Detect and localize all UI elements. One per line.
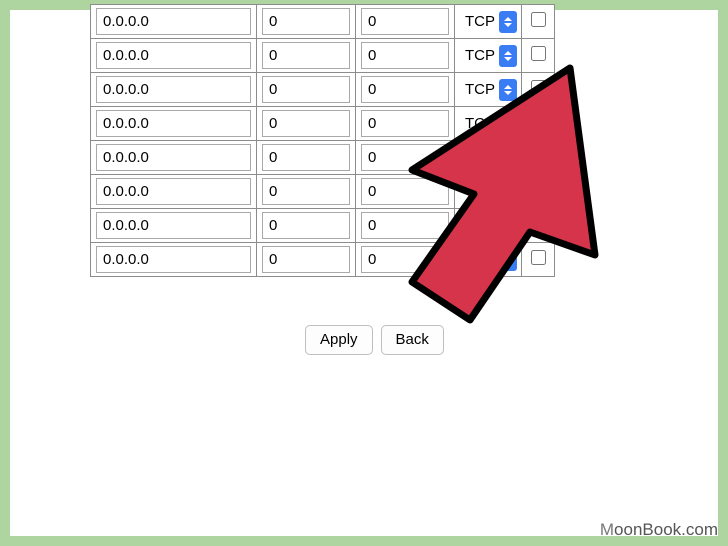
port-end-input[interactable] (361, 110, 449, 137)
port-start-input[interactable] (262, 212, 350, 239)
chevron-updown-icon (499, 113, 517, 135)
enable-checkbox[interactable] (531, 216, 546, 231)
back-button[interactable]: Back (381, 325, 444, 355)
chevron-updown-icon (499, 215, 517, 237)
protocol-label: TCP (461, 217, 495, 234)
enable-checkbox[interactable] (531, 182, 546, 197)
app-frame: TCP TCP TCP TCP TCP TCP TCP TCP Apply Back Moon… (0, 0, 728, 546)
protocol-label: TCP (461, 47, 495, 64)
table-row: TCP (91, 5, 555, 39)
enable-checkbox[interactable] (531, 114, 546, 129)
table-row: TCP (91, 107, 555, 141)
protocol-select[interactable]: TCP (461, 77, 517, 103)
protocol-select[interactable]: TCP (461, 213, 517, 239)
chevron-updown-icon (499, 181, 517, 203)
chevron-updown-icon (499, 45, 517, 67)
table-row: TCP (91, 39, 555, 73)
ip-input[interactable] (96, 8, 251, 35)
ip-input[interactable] (96, 212, 251, 239)
chevron-updown-icon (499, 147, 517, 169)
port-end-input[interactable] (361, 144, 449, 171)
watermark-text: oonBook.com (614, 520, 718, 539)
port-end-input[interactable] (361, 246, 449, 273)
ip-input[interactable] (96, 76, 251, 103)
ip-input[interactable] (96, 246, 251, 273)
protocol-label: TCP (461, 183, 495, 200)
protocol-select[interactable]: TCP (461, 179, 517, 205)
protocol-select[interactable]: TCP (461, 43, 517, 69)
apply-button[interactable]: Apply (305, 325, 373, 355)
ip-input[interactable] (96, 42, 251, 69)
port-end-input[interactable] (361, 42, 449, 69)
chevron-updown-icon (499, 79, 517, 101)
protocol-select[interactable]: TCP (461, 9, 517, 35)
port-start-input[interactable] (262, 42, 350, 69)
ip-input[interactable] (96, 110, 251, 137)
port-start-input[interactable] (262, 246, 350, 273)
protocol-label: TCP (461, 81, 495, 98)
port-end-input[interactable] (361, 212, 449, 239)
protocol-select[interactable]: TCP (461, 145, 517, 171)
enable-checkbox[interactable] (531, 148, 546, 163)
port-start-input[interactable] (262, 76, 350, 103)
protocol-label: TCP (461, 115, 495, 132)
table-row: TCP (91, 141, 555, 175)
enable-checkbox[interactable] (531, 250, 546, 265)
table-row: TCP (91, 175, 555, 209)
ip-input[interactable] (96, 144, 251, 171)
protocol-label: TCP (461, 149, 495, 166)
port-start-input[interactable] (262, 178, 350, 205)
port-start-input[interactable] (262, 8, 350, 35)
port-start-input[interactable] (262, 110, 350, 137)
protocol-label: TCP (461, 251, 495, 268)
table-row: TCP (91, 209, 555, 243)
port-end-input[interactable] (361, 178, 449, 205)
protocol-select[interactable]: TCP (461, 111, 517, 137)
protocol-label: TCP (461, 13, 495, 30)
table-row: TCP (91, 243, 555, 277)
ip-input[interactable] (96, 178, 251, 205)
chevron-updown-icon (499, 11, 517, 33)
watermark: MoonBook.com (600, 520, 718, 540)
table-row: TCP (91, 73, 555, 107)
port-forward-table: TCP TCP TCP TCP TCP TCP TCP TCP (90, 4, 555, 277)
enable-checkbox[interactable] (531, 12, 546, 27)
chevron-updown-icon (499, 249, 517, 271)
button-bar: Apply Back (305, 325, 444, 355)
port-end-input[interactable] (361, 8, 449, 35)
port-start-input[interactable] (262, 144, 350, 171)
protocol-select[interactable]: TCP (461, 247, 517, 273)
port-end-input[interactable] (361, 76, 449, 103)
enable-checkbox[interactable] (531, 46, 546, 61)
enable-checkbox[interactable] (531, 80, 546, 95)
